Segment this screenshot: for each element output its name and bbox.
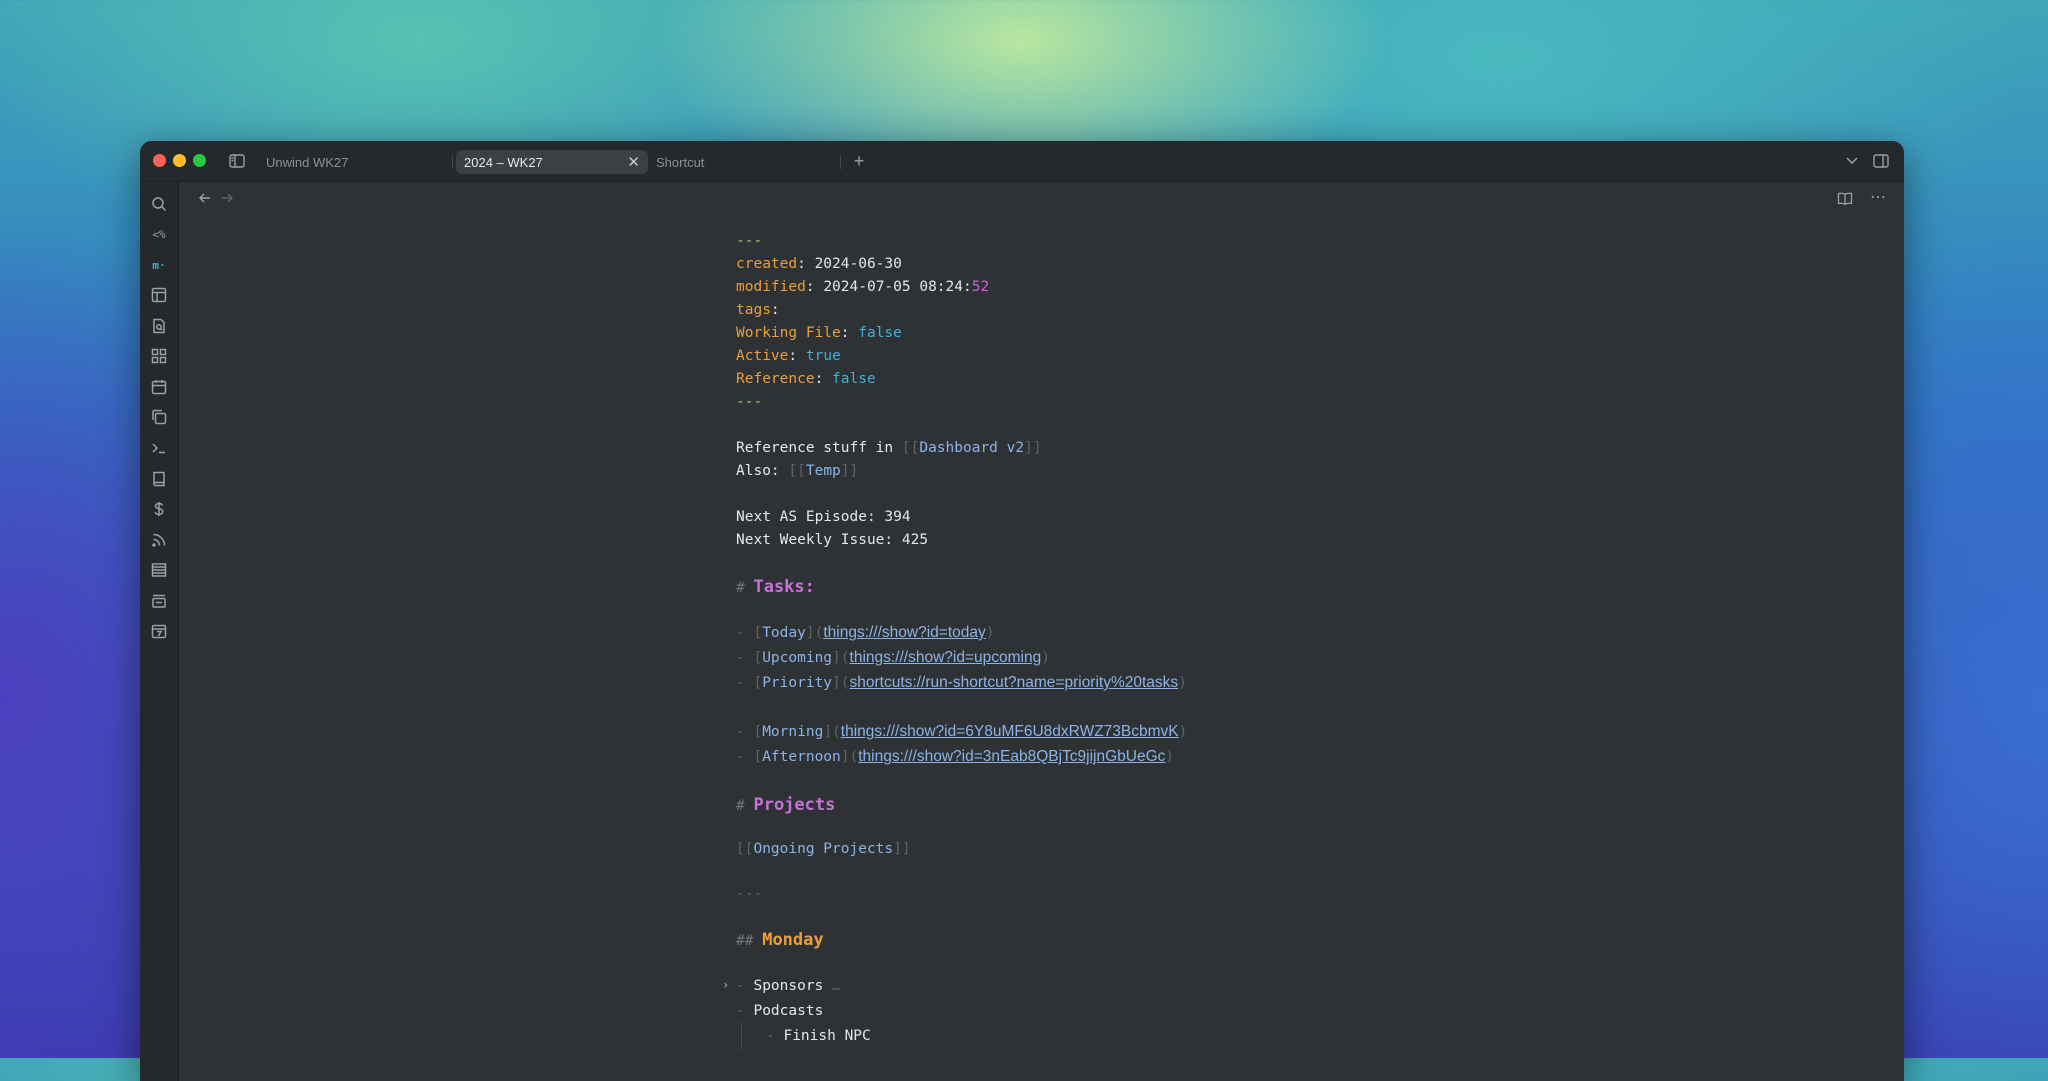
forward-arrow-icon[interactable] bbox=[219, 190, 235, 206]
title-bar: Unwind WK27 2024 – WK27 ✕ Shortcut + bbox=[140, 141, 1904, 182]
wikilink-ongoing-projects[interactable]: Ongoing Projects bbox=[753, 841, 893, 857]
list-item: - Podcasts bbox=[736, 1003, 824, 1019]
frontmatter-working-file: Working File: false bbox=[736, 325, 902, 341]
zoom-window-button[interactable] bbox=[193, 154, 206, 167]
left-ribbon: <% m· bbox=[140, 182, 179, 1081]
copy-icon[interactable] bbox=[149, 407, 169, 427]
task-url-link[interactable]: things:///show?id=upcoming bbox=[850, 649, 1042, 666]
tab-label: 2024 – WK27 bbox=[464, 154, 543, 170]
tab-unwind-wk27[interactable]: Unwind WK27 bbox=[258, 150, 448, 174]
wikilink-dashboard-v2[interactable]: Dashboard v2 bbox=[919, 440, 1024, 456]
back-arrow-icon[interactable] bbox=[197, 190, 213, 206]
book-icon[interactable] bbox=[149, 469, 169, 489]
tab-divider bbox=[452, 155, 453, 169]
task-item: - [Afternoon](things:///show?id=3nEab8QB… bbox=[736, 748, 1175, 765]
more-options-icon[interactable]: ⋯ bbox=[1869, 188, 1887, 206]
view-header: ⋯ bbox=[179, 182, 1904, 214]
next-weekly-issue: Next Weekly Issue: 425 bbox=[736, 532, 929, 548]
terminal-icon[interactable] bbox=[149, 438, 169, 458]
tasks-heading: # Tasks: bbox=[736, 577, 815, 597]
tab-label: Unwind WK27 bbox=[266, 154, 349, 170]
monday-heading: ## Monday bbox=[736, 930, 824, 950]
task-url-link[interactable]: shortcuts://run-shortcut?name=priority%2… bbox=[850, 674, 1179, 691]
tab-2024-wk27[interactable]: 2024 – WK27 ✕ bbox=[456, 150, 648, 174]
list-item: - Sponsors … bbox=[736, 978, 841, 994]
frontmatter-active: Active: true bbox=[736, 348, 841, 364]
frontmatter-created: created: 2024-06-30 bbox=[736, 256, 902, 272]
reference-line: Reference stuff in [[Dashboard v2]] bbox=[736, 440, 1042, 456]
minimize-window-button[interactable] bbox=[173, 154, 186, 167]
task-url-link[interactable]: things:///show?id=6Y8uMF6U8dxRWZ73BcbmvK bbox=[841, 723, 1179, 740]
close-tab-icon[interactable]: ✕ bbox=[627, 153, 640, 171]
task-url-link[interactable]: things:///show?id=3nEab8QBjTc9jijnGbUeGc bbox=[858, 748, 1165, 765]
frontmatter-delimiter: --- bbox=[736, 233, 763, 249]
task-item: - [Upcoming](things:///show?id=upcoming) bbox=[736, 649, 1050, 666]
projects-link-line: [[Ongoing Projects]] bbox=[736, 841, 911, 857]
calendar-icon[interactable] bbox=[149, 377, 169, 397]
rss-icon[interactable] bbox=[149, 530, 169, 550]
tab-shortcut[interactable]: Shortcut bbox=[648, 150, 838, 174]
right-sidebar-toggle-icon[interactable] bbox=[1872, 152, 1890, 170]
dollar-icon[interactable] bbox=[149, 499, 169, 519]
list-item: - Finish NPC bbox=[766, 1028, 871, 1044]
list-icon[interactable] bbox=[149, 560, 169, 580]
fold-chevron-icon[interactable]: › bbox=[722, 978, 729, 992]
frontmatter-tags: tags: bbox=[736, 302, 780, 318]
wikilink-temp[interactable]: Temp bbox=[806, 463, 841, 479]
task-item: - [Morning](things:///show?id=6Y8uMF6U8d… bbox=[736, 723, 1188, 740]
mono-icon[interactable]: m· bbox=[149, 255, 169, 275]
task-item: - [Today](things:///show?id=today) bbox=[736, 624, 995, 641]
file-search-icon[interactable] bbox=[149, 316, 169, 336]
layout-icon[interactable] bbox=[149, 285, 169, 305]
grid-icon[interactable] bbox=[149, 346, 169, 366]
reading-view-icon[interactable] bbox=[1836, 190, 1854, 206]
tab-label: Shortcut bbox=[656, 154, 705, 170]
frontmatter-modified: modified: 2024-07-05 08:24:52 bbox=[736, 279, 990, 295]
app-window: Unwind WK27 2024 – WK27 ✕ Shortcut + <% … bbox=[140, 141, 1904, 1081]
new-tab-icon[interactable]: + bbox=[850, 151, 868, 171]
indent-guide bbox=[741, 1022, 742, 1050]
next-as-episode: Next AS Episode: 394 bbox=[736, 509, 911, 525]
frontmatter-reference: Reference: false bbox=[736, 371, 876, 387]
frontmatter-delimiter: --- bbox=[736, 394, 763, 410]
close-window-button[interactable] bbox=[153, 154, 166, 167]
calendar-7-icon[interactable] bbox=[149, 621, 169, 641]
chevron-down-icon[interactable] bbox=[1844, 153, 1860, 169]
templater-icon[interactable]: <% bbox=[149, 224, 169, 244]
tab-divider bbox=[840, 155, 841, 169]
task-url-link[interactable]: things:///show?id=today bbox=[823, 624, 985, 641]
also-line: Also: [[Temp]] bbox=[736, 463, 859, 479]
search-icon[interactable] bbox=[149, 194, 169, 214]
projects-heading: # Projects bbox=[736, 795, 836, 815]
sidebar-toggle-icon[interactable] bbox=[228, 152, 246, 170]
queue-icon[interactable] bbox=[149, 591, 169, 611]
horizontal-rule: --- bbox=[736, 886, 763, 902]
task-item: - [Priority](shortcuts://run-shortcut?na… bbox=[736, 674, 1187, 691]
